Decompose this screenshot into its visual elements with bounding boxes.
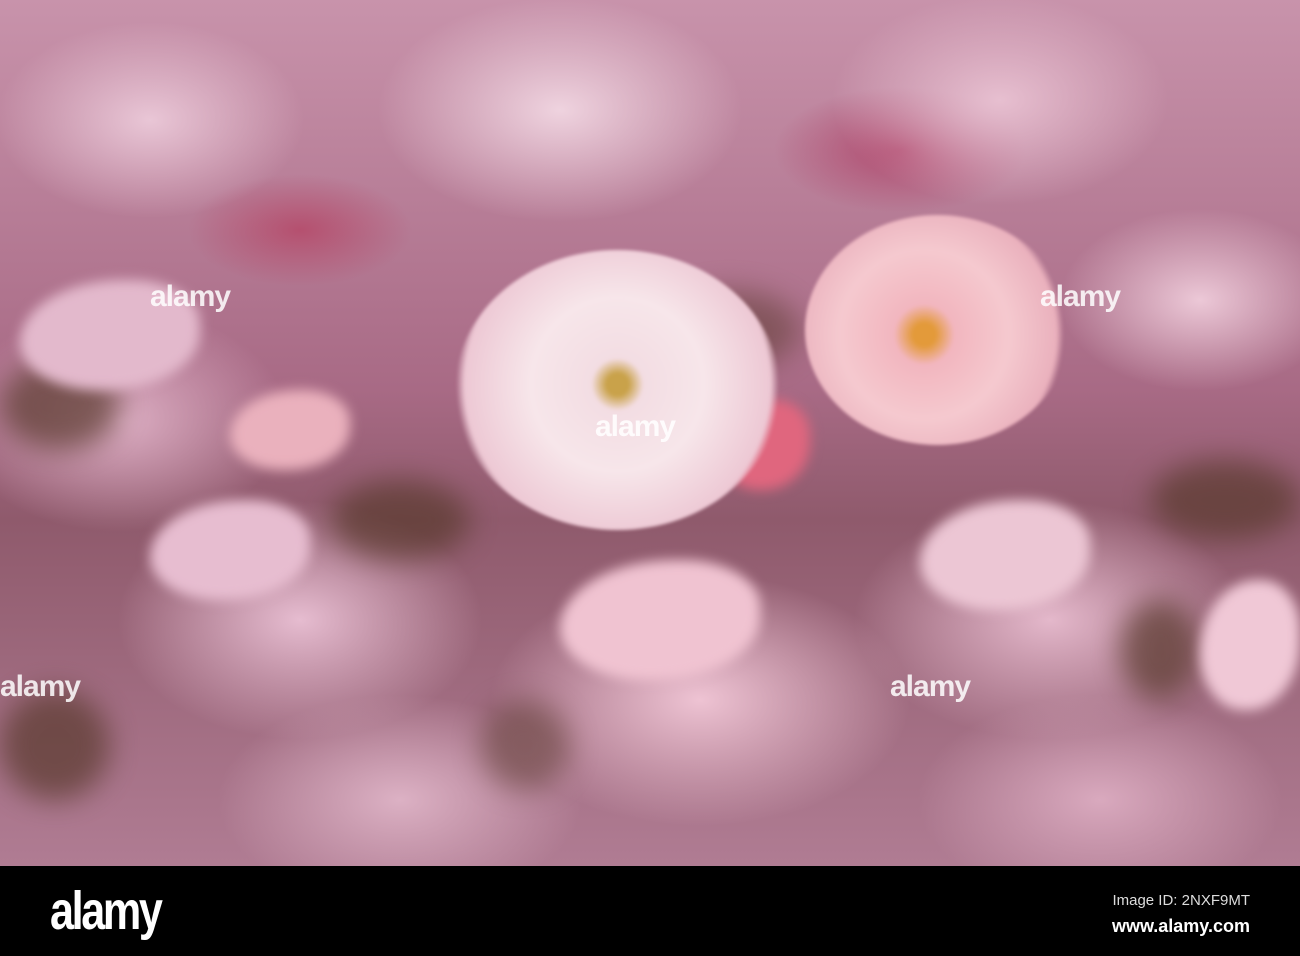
soil-patch <box>1120 600 1200 700</box>
soil-patch <box>330 480 470 560</box>
soil-patch <box>480 700 570 790</box>
watermark-text: alamy <box>890 670 971 703</box>
watermark-text: alamy <box>595 410 676 443</box>
petal <box>560 560 760 680</box>
white-blossom <box>455 250 780 530</box>
watermark-text: alamy <box>0 670 81 703</box>
petal <box>1200 580 1300 710</box>
soil-patch <box>1150 460 1300 540</box>
website-url: www.alamy.com <box>1111 916 1250 936</box>
watermark-text: alamy <box>1040 280 1121 313</box>
alamy-logo: alamy <box>50 881 163 941</box>
pink-blossom <box>805 215 1070 445</box>
soil-patch <box>0 690 110 800</box>
image-id: Image ID: 2NXF9MT <box>1112 892 1250 909</box>
petal <box>230 390 350 470</box>
watermark-text: alamy <box>150 280 231 313</box>
petal <box>150 500 310 600</box>
cherry-blossom-photo: alamy alamy alamy alamy alamy <box>0 0 1300 866</box>
petal <box>920 500 1090 610</box>
footer-bar: alamy Image ID: 2NXF9MT www.alamy.com <box>0 866 1300 956</box>
